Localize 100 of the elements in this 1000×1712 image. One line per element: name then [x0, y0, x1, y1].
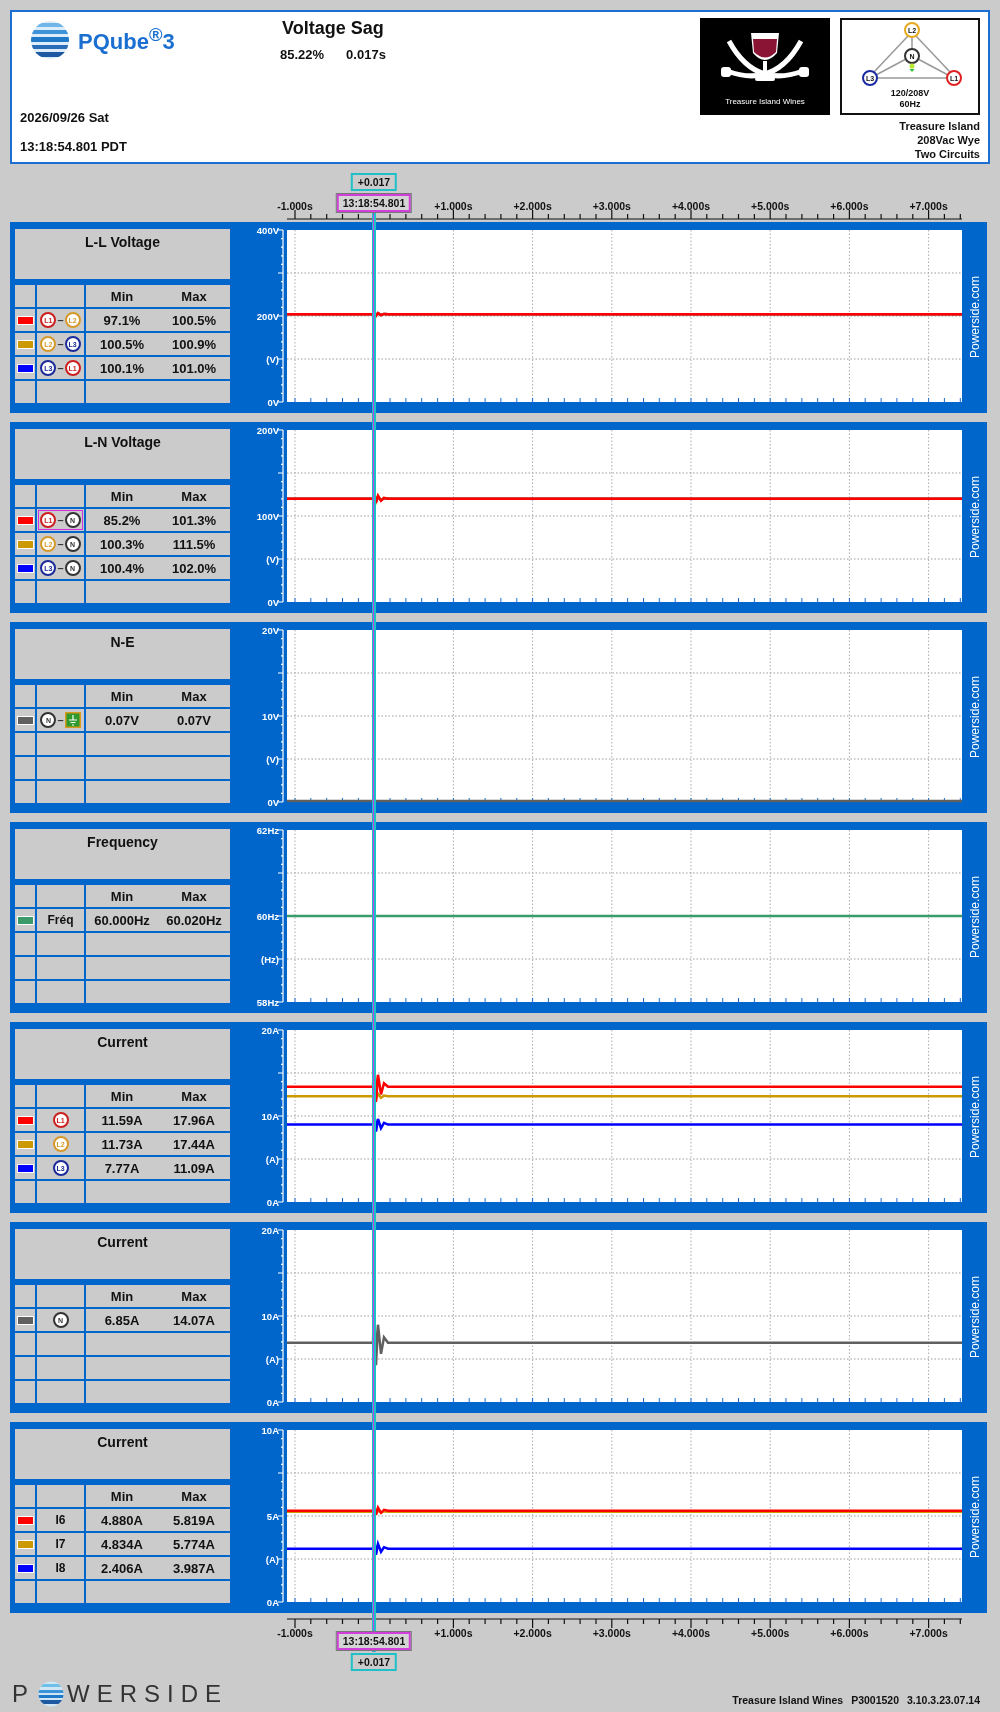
max-value: 101.0%	[170, 360, 218, 376]
y-tick-label: 20A	[261, 1025, 279, 1036]
table-cell	[37, 733, 84, 755]
table-cell	[15, 885, 35, 907]
firmware-version: 3.10.3.23.07.14	[907, 1694, 980, 1706]
table-cell	[15, 1181, 35, 1203]
column-header: Max	[180, 288, 208, 304]
max-value: 11.09A	[172, 1160, 216, 1176]
max-value: 17.96A	[172, 1112, 216, 1128]
side-label: Powerside.com	[967, 676, 982, 759]
table-cell	[37, 781, 84, 803]
y-tick-label: (A)	[265, 1154, 279, 1165]
y-tick-label: 10A	[261, 1111, 279, 1122]
time-tick-label: +2.000s	[513, 1627, 552, 1639]
side-label: Powerside.com	[967, 1276, 982, 1359]
table-cell	[15, 1085, 35, 1107]
max-value: 111.5%	[171, 536, 217, 552]
min-value: 2.406A	[100, 1560, 144, 1576]
y-tick-label: (V)	[266, 554, 279, 565]
table-cell	[15, 1285, 35, 1307]
min-value: 4.834A	[100, 1536, 144, 1552]
time-tick-label: +7.000s	[909, 200, 948, 212]
side-label: Powerside.com	[967, 1076, 982, 1159]
table-cell	[15, 933, 35, 955]
column-header: Max	[180, 1488, 208, 1504]
panel-title: N-E	[15, 629, 230, 679]
max-value: 102.0%	[170, 560, 218, 576]
separator-dash: –	[57, 314, 64, 326]
time-tick-label: +5.000s	[751, 200, 790, 212]
cursor-time-label: 13:18:54.801	[336, 1632, 412, 1650]
event-date: 2026/09/26 Sat	[20, 110, 110, 125]
event-time: 13:18:54.801 PDT	[20, 139, 128, 154]
panel-title: L-N Voltage	[15, 429, 230, 479]
channel-label[interactable]: I6	[53, 1511, 68, 1529]
y-tick-label: (Hz)	[261, 954, 279, 965]
table-cell	[37, 1357, 84, 1379]
system-voltage: 120/208V	[890, 88, 930, 99]
event-duration: 0.017s	[346, 47, 386, 62]
separator-dash: –	[57, 562, 64, 574]
table-cell	[15, 1381, 35, 1403]
column-header: Min	[109, 488, 135, 504]
min-value: 85.2%	[102, 512, 142, 528]
site-label: Two Circuits	[914, 147, 980, 161]
table-cell	[15, 957, 35, 979]
y-tick-label: 5A	[266, 1511, 279, 1522]
table-cell	[37, 957, 84, 979]
channel-label[interactable]: I7	[53, 1535, 68, 1553]
max-value: 60.020Hz	[165, 912, 223, 928]
column-header: Max	[180, 488, 208, 504]
system-frequency: 60Hz	[899, 99, 921, 110]
min-value: 7.77A	[103, 1160, 141, 1176]
table-cell	[15, 733, 35, 755]
min-value: 11.73A	[100, 1136, 144, 1152]
y-tick-label: (V)	[266, 354, 279, 365]
event-title: Voltage Sag	[282, 18, 385, 39]
max-value: 0.07V	[176, 712, 212, 728]
time-tick-label: +3.000s	[592, 200, 631, 212]
separator-dash: –	[57, 338, 64, 350]
max-value: 14.07A	[172, 1312, 216, 1328]
table-cell	[37, 1085, 84, 1107]
brand-name: Treasure Island Wines	[725, 97, 805, 106]
time-tick-label: +6.000s	[830, 1627, 869, 1639]
table-cell	[37, 933, 84, 955]
table-cell	[15, 1581, 35, 1603]
y-tick-label: 58Hz	[256, 997, 279, 1008]
y-tick-label: 100V	[256, 511, 279, 522]
table-cell	[37, 581, 84, 603]
side-label: Powerside.com	[967, 1476, 982, 1559]
table-cell	[37, 1181, 84, 1203]
table-cell	[15, 285, 35, 307]
time-tick-label: +1.000s	[434, 1627, 473, 1639]
y-tick-label: (A)	[265, 1354, 279, 1365]
side-label: Powerside.com	[967, 276, 982, 359]
wire-line	[911, 36, 913, 50]
y-tick-label: 20V	[262, 625, 279, 636]
panel-title: Current	[15, 1029, 230, 1079]
table-cell	[37, 381, 84, 403]
column-header: Max	[180, 1288, 208, 1304]
panel-title: Frequency	[15, 829, 230, 879]
min-value: 0.07V	[104, 712, 140, 728]
logo-text: WERSIDE	[67, 1679, 229, 1708]
separator-dash: –	[57, 714, 64, 726]
y-tick-label: 10A	[261, 1425, 279, 1436]
channel-label[interactable]: I8	[53, 1559, 68, 1577]
table-cell	[37, 285, 84, 307]
time-tick-label: +5.000s	[751, 1627, 790, 1639]
table-cell	[37, 1333, 84, 1355]
column-header: Min	[109, 1488, 135, 1504]
cursor-delta-label: +0.017	[350, 173, 398, 191]
min-value: 100.4%	[98, 560, 146, 576]
channel-label[interactable]: Fréq	[45, 911, 76, 929]
table-cell	[37, 485, 84, 507]
table-cell	[15, 757, 35, 779]
table-cell	[15, 781, 35, 803]
y-tick-label: (V)	[266, 754, 279, 765]
min-value: 60.000Hz	[93, 912, 151, 928]
column-header: Min	[109, 1088, 135, 1104]
table-cell	[15, 581, 35, 603]
y-tick-label: 200V	[256, 425, 279, 436]
table-cell	[15, 1333, 35, 1355]
